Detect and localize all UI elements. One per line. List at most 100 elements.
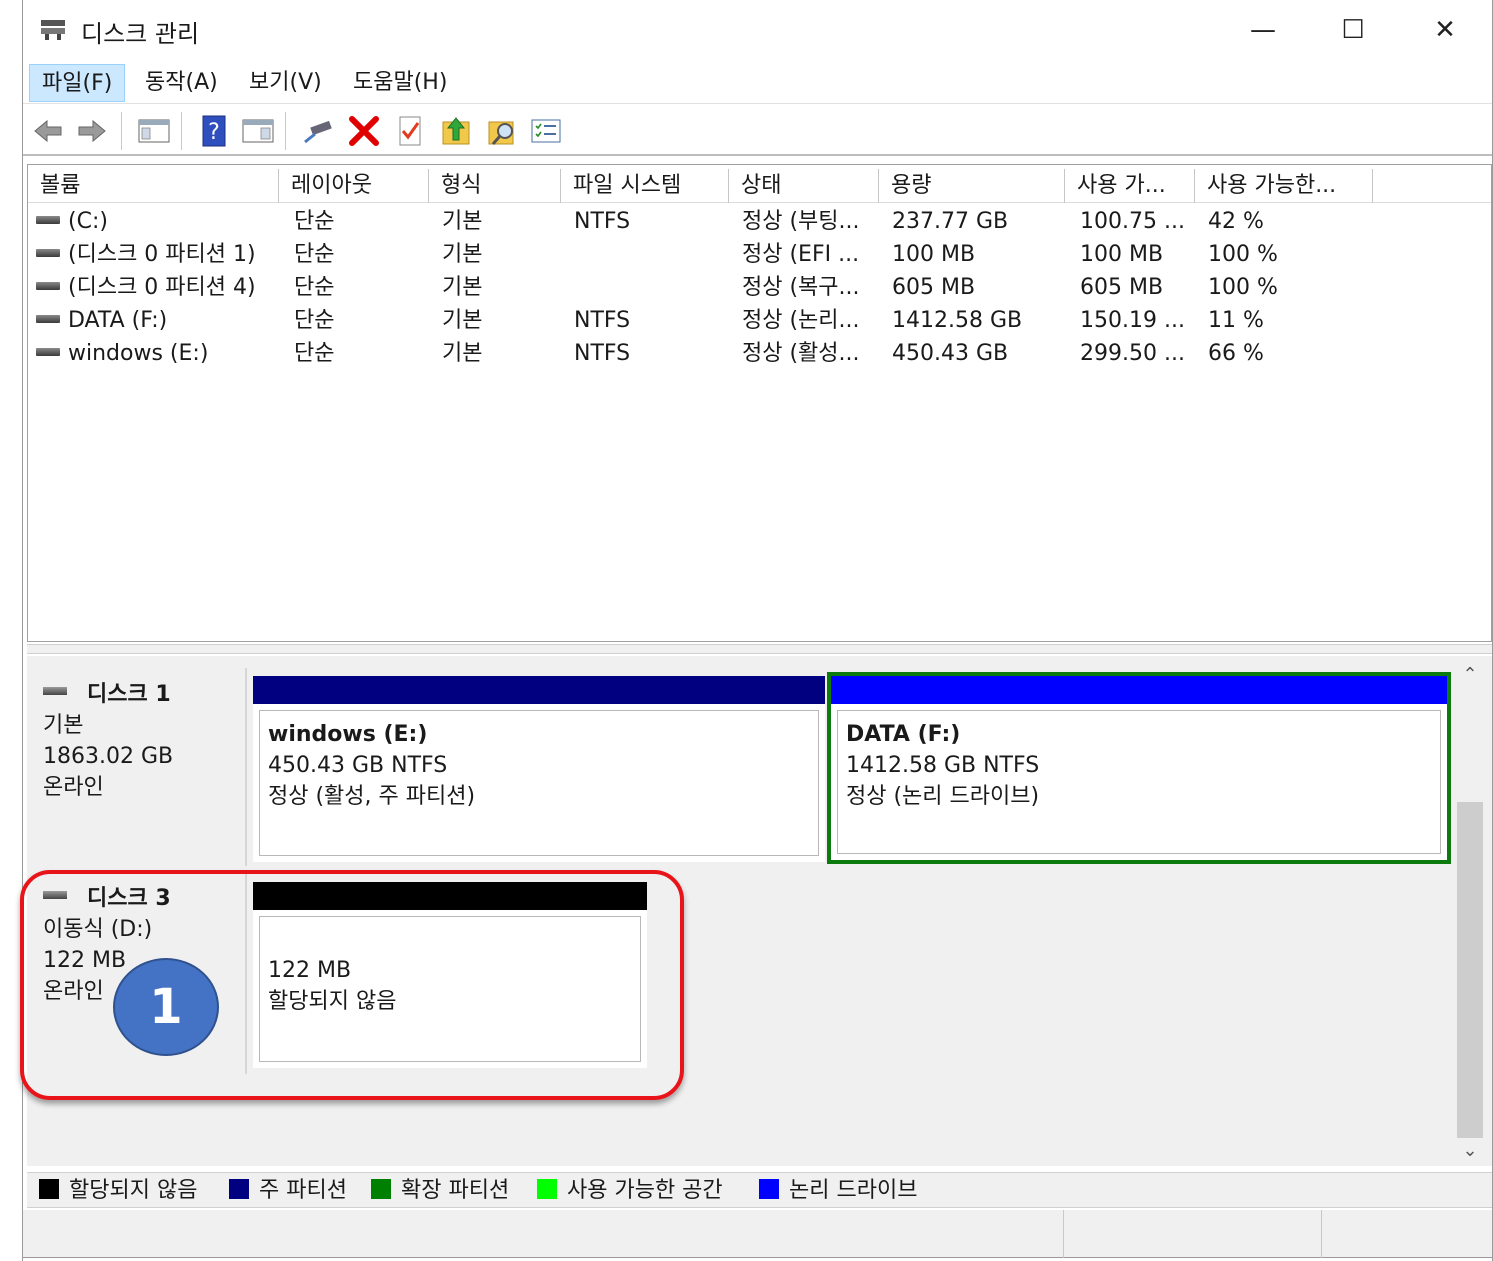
settings-list-icon[interactable] xyxy=(529,114,563,148)
scroll-up-icon[interactable]: ⌃ xyxy=(1455,664,1485,688)
partition-title: windows (E:) xyxy=(268,722,428,747)
svg-text:?: ? xyxy=(208,120,220,145)
partition-data-f[interactable]: DATA (F:) 1412.58 GB NTFS 정상 (논리 드라이브) xyxy=(827,672,1451,864)
cell-type: 기본 xyxy=(442,242,483,267)
partition-bar-logical xyxy=(831,676,1447,704)
cell-status: 정상 (논리... xyxy=(742,308,860,333)
legend-swatch xyxy=(371,1179,391,1199)
cell-volume: (디스크 0 파티션 1) xyxy=(36,238,256,271)
partition-status: 정상 (논리 드라이브) xyxy=(846,784,1040,809)
cell-volume: windows (E:) xyxy=(36,337,208,370)
cell-capacity: 237.77 GB xyxy=(892,209,1009,234)
legend-swatch xyxy=(39,1179,59,1199)
callout-badge: 1 xyxy=(113,958,219,1056)
partition-size: 450.43 GB NTFS xyxy=(268,753,448,778)
menu-action[interactable]: 동작(A) xyxy=(133,64,230,102)
partition-title: DATA (F:) xyxy=(846,722,961,747)
legend-swatch xyxy=(229,1179,249,1199)
cell-layout: 단순 xyxy=(294,242,335,267)
partition-status: 정상 (활성, 주 파티션) xyxy=(268,784,476,809)
window-title: 디스크 관리 xyxy=(81,20,200,48)
properties-pane-icon[interactable] xyxy=(241,114,275,148)
table-row[interactable]: windows (E:) 단순 기본 NTFS 정상 (활성... 450.43… xyxy=(28,337,1491,370)
scroll-thumb[interactable] xyxy=(1457,802,1483,1138)
pane-splitter[interactable] xyxy=(27,644,1492,654)
cell-percent-free: 42 % xyxy=(1208,209,1264,234)
cell-capacity: 605 MB xyxy=(892,275,976,300)
help-icon[interactable]: ? xyxy=(197,114,231,148)
partition-size: 1412.58 GB NTFS xyxy=(846,753,1040,778)
menu-view[interactable]: 보기(V) xyxy=(237,64,334,102)
maximize-button[interactable]: ☐ xyxy=(1323,10,1383,50)
cell-free-space: 100.75 ... xyxy=(1080,209,1185,234)
column-header-capacity[interactable]: 용량 xyxy=(879,169,1065,203)
volume-disk-icon xyxy=(36,282,60,290)
legend-swatch xyxy=(759,1179,779,1199)
column-header-volume[interactable]: 볼륨 xyxy=(28,169,279,203)
forward-arrow-icon[interactable] xyxy=(75,114,109,148)
cell-volume-text: (디스크 0 파티션 4) xyxy=(68,275,256,300)
column-header-type[interactable]: 형식 xyxy=(429,169,561,203)
column-header-status[interactable]: 상태 xyxy=(729,169,879,203)
column-header-layout[interactable]: 레이아웃 xyxy=(279,169,429,203)
check-icon[interactable] xyxy=(393,114,427,148)
table-row[interactable]: DATA (F:) 단순 기본 NTFS 정상 (논리... 1412.58 G… xyxy=(28,304,1491,337)
disk-1-name-text: 디스크 1 xyxy=(87,682,171,707)
legend-extended-partition: 확장 파티션 xyxy=(371,1176,509,1206)
legend-label: 사용 가능한 공간 xyxy=(567,1178,723,1203)
cell-capacity: 1412.58 GB xyxy=(892,308,1023,333)
legend-swatch xyxy=(537,1179,557,1199)
legend-free-space: 사용 가능한 공간 xyxy=(537,1176,723,1206)
minimize-button[interactable]: — xyxy=(1233,10,1293,50)
cell-status: 정상 (부팅... xyxy=(742,209,860,234)
disk-1-name: 디스크 1 xyxy=(43,680,229,710)
cell-layout: 단순 xyxy=(294,275,335,300)
disk-1-status: 온라인 xyxy=(43,775,104,800)
cell-file-system: NTFS xyxy=(574,341,631,366)
column-header-free-space[interactable]: 사용 가... xyxy=(1065,169,1195,203)
column-header-percent-free[interactable]: 사용 가능한... xyxy=(1195,169,1373,203)
menu-file[interactable]: 파일(F) xyxy=(29,64,126,102)
partition-bar-primary xyxy=(253,676,825,704)
disk-icon xyxy=(43,687,67,695)
graphical-view-scrollbar[interactable]: ⌃ ⌄ xyxy=(1455,656,1485,1166)
cell-volume-text: (디스크 0 파티션 1) xyxy=(68,242,256,267)
toolbar-separator xyxy=(121,112,122,150)
volume-list-header: 볼륨 레이아웃 형식 파일 시스템 상태 용량 사용 가... 사용 가능한..… xyxy=(28,165,1491,203)
scroll-down-icon[interactable]: ⌄ xyxy=(1455,1140,1485,1164)
legend-bar: 할당되지 않음 주 파티션 확장 파티션 사용 가능한 공간 논리 드라이브 xyxy=(27,1172,1492,1208)
close-button[interactable]: ✕ xyxy=(1415,10,1475,50)
connect-disk-icon[interactable] xyxy=(301,114,335,148)
cell-volume-text: windows (E:) xyxy=(68,341,209,366)
cell-type: 기본 xyxy=(442,275,483,300)
cell-free-space: 100 MB xyxy=(1080,242,1164,267)
cell-status: 정상 (활성... xyxy=(742,341,860,366)
legend-label: 할당되지 않음 xyxy=(69,1178,198,1203)
toolbar: ? xyxy=(23,104,1492,156)
cell-percent-free: 11 % xyxy=(1208,308,1264,333)
table-row[interactable]: (C:) 단순 기본 NTFS 정상 (부팅... 237.77 GB 100.… xyxy=(28,205,1491,238)
cell-file-system: NTFS xyxy=(574,209,631,234)
menu-help[interactable]: 도움말(H) xyxy=(341,64,459,102)
cell-free-space: 605 MB xyxy=(1080,275,1164,300)
table-row[interactable]: (디스크 0 파티션 4) 단순 기본 정상 (복구... 605 MB 605… xyxy=(28,271,1491,304)
toolbar-separator xyxy=(181,112,182,150)
table-row[interactable]: (디스크 0 파티션 1) 단순 기본 정상 (EFI ... 100 MB 1… xyxy=(28,238,1491,271)
disk-management-app-icon xyxy=(41,20,65,40)
show-hide-console-tree-icon[interactable] xyxy=(137,114,171,148)
cell-free-space: 150.19 ... xyxy=(1080,308,1185,333)
cell-layout: 단순 xyxy=(294,308,335,333)
legend-primary-partition: 주 파티션 xyxy=(229,1176,347,1206)
cell-status: 정상 (EFI ... xyxy=(742,242,860,267)
cell-type: 기본 xyxy=(442,308,483,333)
import-icon[interactable] xyxy=(439,114,473,148)
partition-windows-e[interactable]: windows (E:) 450.43 GB NTFS 정상 (활성, 주 파티… xyxy=(253,676,825,862)
search-icon[interactable] xyxy=(485,114,519,148)
delete-icon[interactable] xyxy=(347,114,381,148)
status-bar xyxy=(23,1210,1492,1258)
volume-disk-icon xyxy=(36,216,60,224)
disk-1-label[interactable]: 디스크 1 기본 1863.02 GB 온라인 xyxy=(27,668,247,866)
column-header-file-system[interactable]: 파일 시스템 xyxy=(561,169,729,203)
menu-bar: 파일(F) 동작(A) 보기(V) 도움말(H) xyxy=(23,60,1492,104)
back-arrow-icon[interactable] xyxy=(31,114,65,148)
